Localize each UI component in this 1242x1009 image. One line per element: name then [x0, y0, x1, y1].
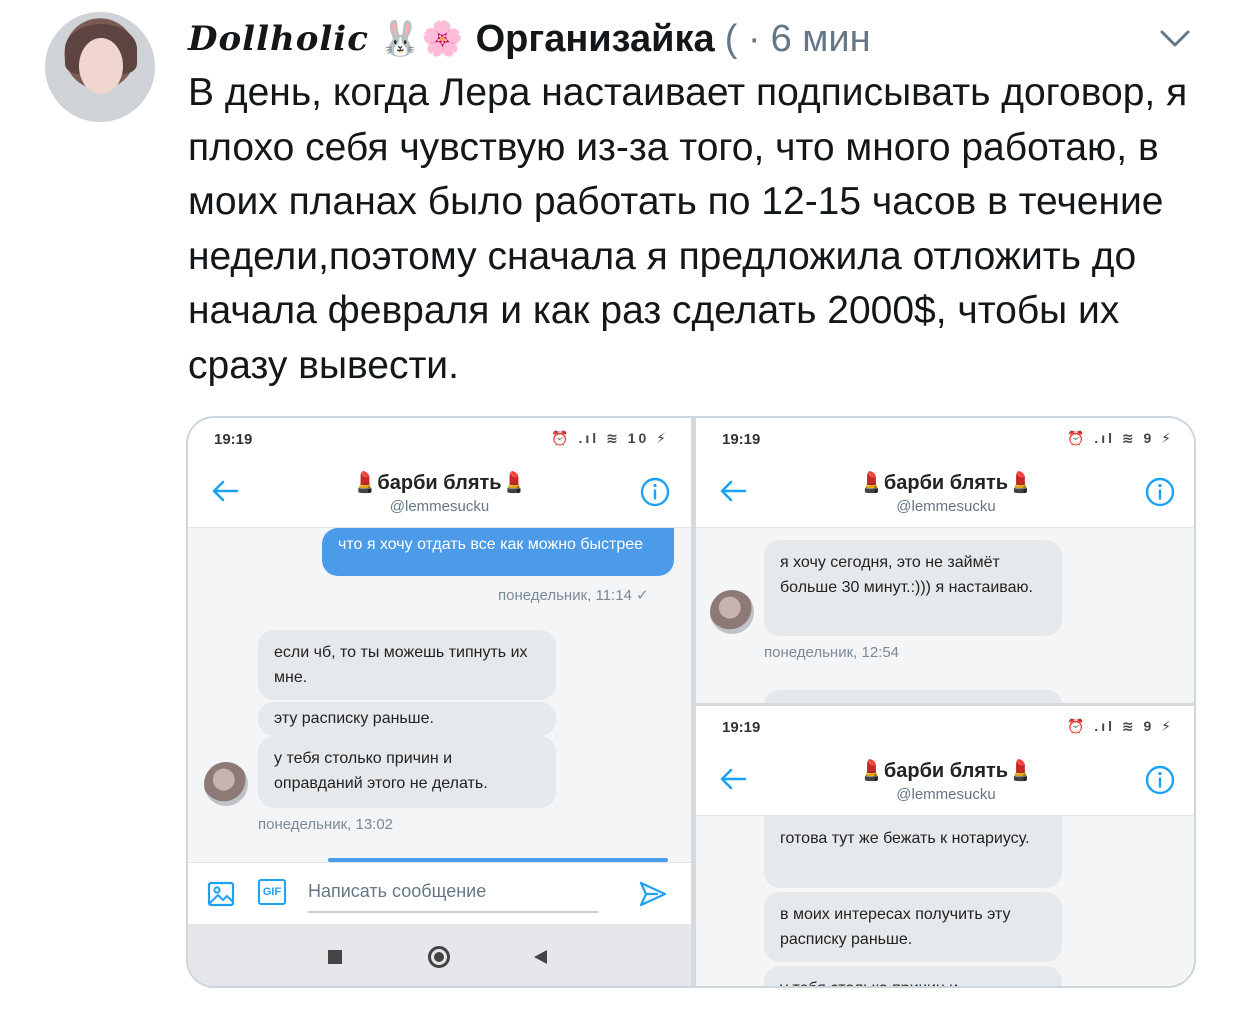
- display-name[interactable]: Dollholic: [188, 19, 369, 59]
- message-incoming[interactable]: в моих интересах получить эту расписку р…: [764, 892, 1062, 962]
- screenshot-right-bottom: 19:19 ⏰ .ıl ≋ 9 ⚡ 💄барби блять💄 @lemmesu…: [696, 706, 1194, 986]
- tweet-header: Dollholic 🐰🌸 Организайка ( · 6 мин: [188, 14, 871, 64]
- status-bar: 19:19 ⏰ .ıl ≋ 9 ⚡: [696, 706, 1194, 746]
- input-underline: [308, 911, 598, 913]
- nav-back-icon[interactable]: [532, 949, 548, 965]
- chat-appbar: 💄барби блять💄 @lemmesucku: [188, 458, 691, 528]
- sender-avatar[interactable]: [204, 762, 248, 806]
- info-icon[interactable]: [1144, 764, 1176, 796]
- message-input[interactable]: Написать сообщение: [308, 881, 486, 902]
- status-clock: 19:19: [722, 719, 761, 736]
- sender-avatar[interactable]: [710, 590, 754, 634]
- chat-title: 💄барби блять💄: [858, 472, 1034, 494]
- status-icons: ⏰ .ıl ≋ 10 ⚡: [551, 430, 669, 446]
- message-composer: GIF Написать сообщение: [188, 862, 691, 924]
- message-incoming[interactable]: я хочу сегодня, это не займёт больше 30 …: [764, 540, 1062, 636]
- name-emoji: 🐰🌸: [378, 20, 464, 58]
- tweet-text: В день, когда Лера настаивает подписыват…: [188, 71, 1188, 387]
- status-icons: ⏰ .ıl ≋ 9 ⚡: [1066, 718, 1174, 734]
- image-icon[interactable]: [206, 879, 236, 909]
- message-incoming[interactable]: у тебя столько причин и оправданий этого…: [258, 736, 556, 808]
- author-name[interactable]: Организайка: [476, 18, 715, 61]
- gif-button[interactable]: GIF: [258, 879, 286, 905]
- screenshot-right-top: 19:19 ⏰ .ıl ≋ 9 ⚡ 💄барби блять💄 @lemmesu…: [696, 418, 1194, 703]
- chat-appbar: 💄барби блять💄 @lemmesucku: [696, 746, 1194, 816]
- author-avatar[interactable]: [45, 12, 155, 122]
- message-incoming[interactable]: если чб, то ты можешь типнуть их мне.: [258, 630, 556, 700]
- chat-appbar: 💄барби блять💄 @lemmesucku: [696, 458, 1194, 528]
- message-outgoing[interactable]: что я хочу отдать все как можно быстрее: [322, 528, 674, 576]
- avatar-face: [79, 38, 123, 94]
- status-bar: 19:19 ⏰ .ıl ≋ 9 ⚡: [696, 418, 1194, 458]
- send-icon[interactable]: [638, 879, 668, 909]
- message-incoming[interactable]: готова тут же бежать к нотариусу.: [764, 816, 1062, 888]
- tweet-time[interactable]: 6 мин: [771, 18, 871, 61]
- chat-handle: @lemmesucku: [896, 498, 996, 515]
- info-icon[interactable]: [639, 476, 671, 508]
- chat-title: 💄барби блять💄: [352, 472, 527, 494]
- message-incoming[interactable]: эту расписку раньше.: [258, 702, 556, 736]
- separator: ( ·: [724, 17, 761, 60]
- message-incoming-partial: [764, 690, 1062, 703]
- message-incoming[interactable]: у тебя столько причин и: [764, 966, 1062, 986]
- status-clock: 19:19: [214, 431, 253, 448]
- chat-title: 💄барби блять💄: [858, 760, 1034, 782]
- status-icons: ⏰ .ıl ≋ 9 ⚡: [1066, 430, 1174, 446]
- chevron-down-icon[interactable]: [1158, 24, 1192, 52]
- home-icon[interactable]: [428, 946, 450, 968]
- chat-handle: @lemmesucku: [896, 786, 996, 803]
- tweet-media[interactable]: 19:19 ⏰ .ıl ≋ 10 ⚡ 💄барби блять💄 @lemmes…: [186, 416, 1196, 988]
- message-meta-incoming: понедельник, 12:54: [764, 644, 900, 661]
- chat-handle: @lemmesucku: [389, 498, 490, 515]
- recents-icon[interactable]: [328, 950, 342, 964]
- info-icon[interactable]: [1144, 476, 1176, 508]
- status-bar: 19:19 ⏰ .ıl ≋ 10 ⚡: [188, 418, 691, 458]
- android-navbar: [188, 924, 691, 986]
- message-meta-incoming: понедельник, 13:02: [258, 816, 394, 833]
- screenshot-left: 19:19 ⏰ .ıl ≋ 10 ⚡ 💄барби блять💄 @lemmes…: [188, 418, 691, 986]
- status-clock: 19:19: [722, 431, 761, 448]
- message-meta-outgoing: понедельник, 11:14 ✓: [498, 587, 649, 604]
